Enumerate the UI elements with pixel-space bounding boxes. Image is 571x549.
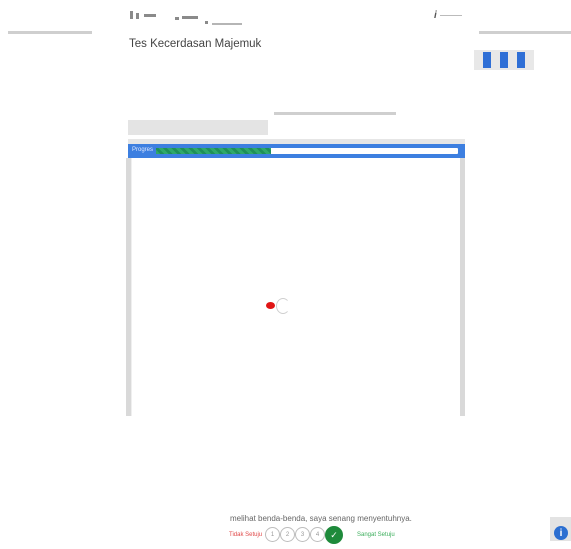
header-user-area[interactable]: i <box>434 10 462 21</box>
section-header-bar <box>128 120 268 135</box>
help-button[interactable]: i <box>550 517 571 541</box>
likert-option-2[interactable]: 2 <box>280 527 295 542</box>
header-mark: i <box>434 10 437 21</box>
spinner-dot <box>266 302 275 309</box>
likert-option-1[interactable]: 1 <box>265 527 280 542</box>
spinner-arc <box>276 298 290 314</box>
question-text: melihat benda-benda, saya senang menyent… <box>230 514 412 523</box>
section-divider <box>274 112 396 115</box>
header-logo-fragments <box>130 9 260 29</box>
progress-fill <box>156 148 271 154</box>
likert-option-3[interactable]: 3 <box>295 527 310 542</box>
flag-icon <box>474 50 534 70</box>
panel-inner-border <box>131 158 132 416</box>
progress-bar: Progres <box>128 144 465 158</box>
progress-track <box>156 148 458 154</box>
header-divider-right <box>479 31 571 34</box>
likert-option-5[interactable]: ✓ <box>325 526 343 544</box>
scale-label-disagree: Tidak Setuju <box>229 532 263 538</box>
spinner-icon <box>264 298 290 314</box>
progress-label: Progres <box>132 147 154 153</box>
header-divider-left <box>8 31 92 34</box>
scale-label-agree: Sangat Setuju <box>357 532 395 538</box>
page-title: Tes Kecerdasan Majemuk <box>129 38 262 50</box>
info-icon: i <box>554 526 568 540</box>
panel-right-border <box>460 158 465 416</box>
likert-option-4[interactable]: 4 <box>310 527 325 542</box>
